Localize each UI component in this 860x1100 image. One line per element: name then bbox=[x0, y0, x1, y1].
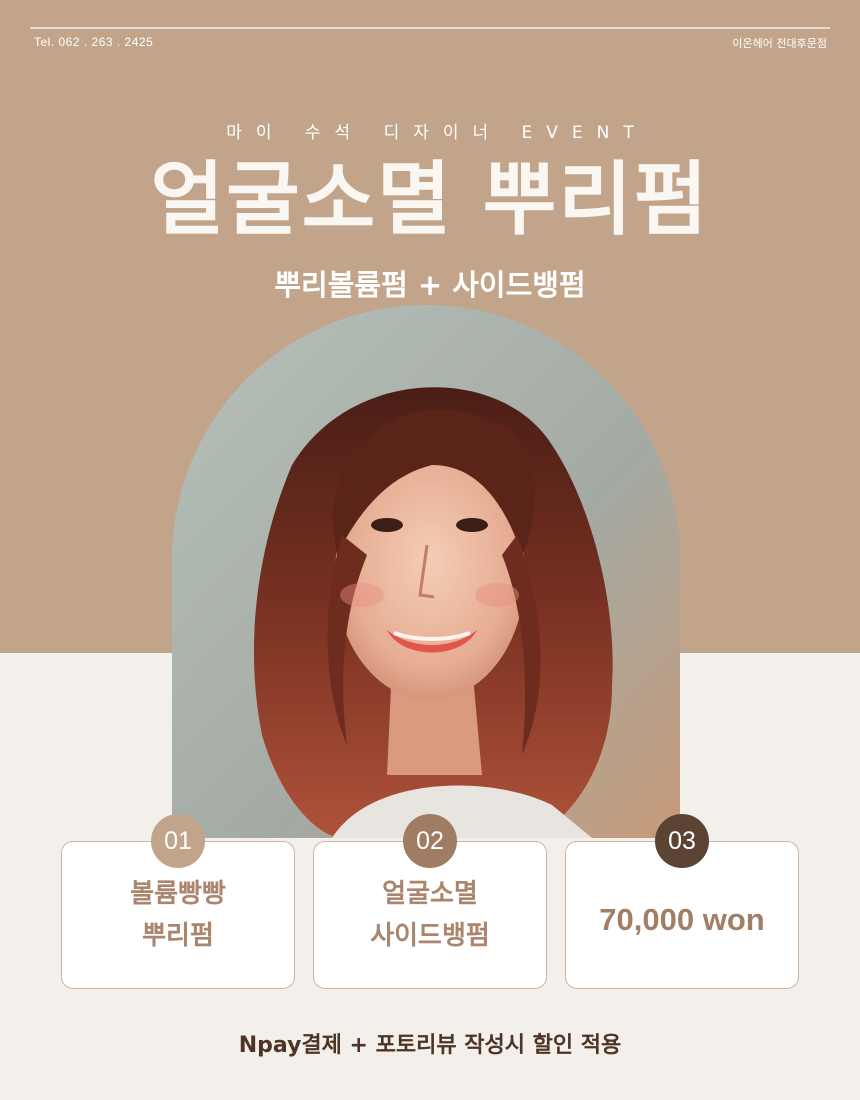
salon-name: 이온헤어 전대후문점 bbox=[732, 37, 827, 50]
event-headline: 얼굴소멸 뿌리펌 bbox=[150, 153, 710, 246]
woman-portrait-icon bbox=[172, 305, 680, 838]
price-value: 70,000 won bbox=[599, 902, 765, 937]
top-divider bbox=[30, 27, 830, 29]
card-1-number-badge: 01 bbox=[151, 814, 205, 868]
event-subhead: 뿌리볼륨펌 + 사이드뱅펌 bbox=[274, 268, 586, 302]
discount-note: Npay결제 + 포토리뷰 작성시 할인 적용 bbox=[238, 1033, 622, 1058]
event-eyebrow: 마이 수석 디자이너 EVENT bbox=[226, 123, 648, 143]
feature-card-1-line1: 볼륨빵빵 bbox=[130, 879, 226, 909]
phone-number: Tel. 062 . 263 . 2425 bbox=[34, 35, 154, 49]
feature-card-2-line1: 얼굴소멸 bbox=[382, 879, 478, 909]
card-3-number-badge: 03 bbox=[655, 814, 709, 868]
portrait-photo bbox=[172, 305, 680, 838]
card-2-number-badge: 02 bbox=[403, 814, 457, 868]
feature-card-2-line2: 사이드뱅펌 bbox=[370, 921, 490, 951]
feature-card-1-line2: 뿌리펌 bbox=[142, 921, 214, 951]
